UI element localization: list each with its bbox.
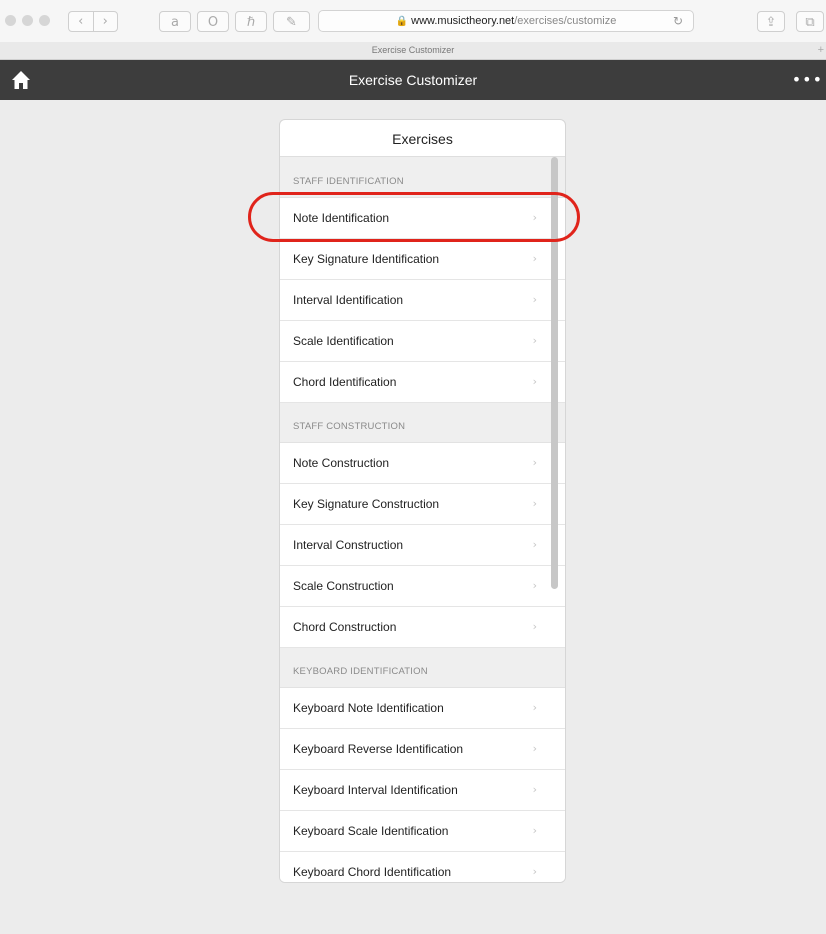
- exercise-item-label: Interval Identification: [293, 293, 404, 307]
- chevron-right-icon: ›: [532, 497, 537, 510]
- close-window-button[interactable]: [5, 15, 16, 26]
- minimize-window-button[interactable]: [22, 15, 33, 26]
- exercise-list[interactable]: STAFF IDENTIFICATION Note Identification ›…: [280, 157, 565, 882]
- more-options-icon[interactable]: •••: [792, 60, 823, 100]
- app-header: Exercise Customizer •••: [0, 60, 826, 100]
- chevron-right-icon: ›: [532, 579, 537, 592]
- opera-extension-button[interactable]: O: [197, 11, 229, 32]
- exercise-item[interactable]: Keyboard Chord Identification ›: [280, 852, 565, 882]
- chevron-right-icon: ›: [532, 701, 537, 714]
- chevron-right-icon: ›: [532, 334, 537, 347]
- exercise-item[interactable]: Keyboard Interval Identification ›: [280, 770, 565, 811]
- page-title: Exercise Customizer: [348, 72, 478, 88]
- section-header: STAFF IDENTIFICATION: [280, 157, 565, 198]
- reload-icon[interactable]: ↻: [673, 11, 683, 31]
- chevron-right-icon: ›: [532, 293, 537, 306]
- exercise-item-label: Keyboard Note Identification: [293, 701, 444, 715]
- url-domain: www.musictheory.net: [411, 15, 515, 27]
- chevron-right-icon: ›: [532, 375, 537, 388]
- exercise-item-label: Keyboard Interval Identification: [293, 783, 458, 797]
- exercise-item[interactable]: Scale Identification ›: [280, 321, 565, 362]
- exercise-item-label: Key Signature Construction: [293, 497, 440, 511]
- card-title: Exercises: [280, 120, 565, 157]
- forward-button[interactable]: ›: [92, 12, 118, 31]
- chevron-right-icon: ›: [532, 620, 537, 633]
- chevron-right-icon: ›: [532, 783, 537, 796]
- exercise-item[interactable]: Keyboard Note Identification ›: [280, 688, 565, 729]
- zoom-window-button[interactable]: [39, 15, 50, 26]
- chevron-right-icon: ›: [532, 252, 537, 265]
- edit-extension-button[interactable]: ✎: [273, 11, 310, 32]
- new-tab-button[interactable]: +: [818, 42, 824, 59]
- extension-button[interactable]: ℏ: [235, 11, 267, 32]
- chevron-right-icon: ›: [532, 824, 537, 837]
- exercise-item-label: Keyboard Scale Identification: [293, 824, 449, 838]
- chevron-right-icon: ›: [532, 865, 537, 878]
- exercise-item[interactable]: Keyboard Reverse Identification ›: [280, 729, 565, 770]
- section-header: KEYBOARD IDENTIFICATION: [280, 648, 565, 688]
- exercise-item[interactable]: Chord Identification ›: [280, 362, 565, 403]
- exercise-item-label: Keyboard Reverse Identification: [293, 742, 464, 756]
- back-forward-buttons: ‹ ›: [68, 11, 118, 32]
- exercise-item-label: Key Signature Identification: [293, 252, 440, 266]
- window-controls: [5, 15, 50, 26]
- exercise-item[interactable]: Note Identification ›: [280, 198, 565, 239]
- back-button[interactable]: ‹: [69, 12, 93, 31]
- chevron-right-icon: ›: [532, 742, 537, 755]
- home-icon[interactable]: [10, 69, 32, 91]
- address-bar[interactable]: 🔒 www.musictheory.net/exercises/customize…: [318, 10, 694, 32]
- exercise-item[interactable]: Chord Construction ›: [280, 607, 565, 648]
- chevron-right-icon: ›: [532, 538, 537, 551]
- share-icon[interactable]: ⇪: [757, 11, 785, 32]
- exercise-item[interactable]: Scale Construction ›: [280, 566, 565, 607]
- show-tabs-icon[interactable]: ⧉: [796, 11, 824, 32]
- chevron-right-icon: ›: [532, 211, 537, 224]
- exercise-item-label: Interval Construction: [293, 538, 404, 552]
- list-scrollbar[interactable]: [551, 157, 558, 589]
- exercise-item-label: Chord Identification: [293, 375, 397, 389]
- tab-title[interactable]: Exercise Customizer: [372, 45, 455, 55]
- exercise-item-label: Scale Construction: [293, 579, 394, 593]
- exercises-card: Exercises STAFF IDENTIFICATION Note Ident…: [279, 119, 566, 883]
- exercise-item-label: Chord Construction: [293, 620, 397, 634]
- exercise-item[interactable]: Key Signature Identification ›: [280, 239, 565, 280]
- exercise-item[interactable]: Interval Construction ›: [280, 525, 565, 566]
- exercise-item-label: Note Construction: [293, 456, 390, 470]
- url-path: /exercises/customize: [514, 15, 617, 27]
- exercise-item[interactable]: Note Construction ›: [280, 443, 565, 484]
- exercise-item[interactable]: Interval Identification ›: [280, 280, 565, 321]
- exercise-item-label: Keyboard Chord Identification: [293, 865, 452, 879]
- exercise-item[interactable]: Key Signature Construction ›: [280, 484, 565, 525]
- exercise-item-label: Note Identification: [293, 211, 390, 225]
- browser-toolbar: ‹ › a O ℏ ✎ 🔒 www.musictheory.net/exercis…: [0, 0, 826, 43]
- exercise-item-label: Scale Identification: [293, 334, 394, 348]
- tab-bar: Exercise Customizer +: [0, 42, 826, 60]
- chevron-right-icon: ›: [532, 456, 537, 469]
- section-header: STAFF CONSTRUCTION: [280, 403, 565, 443]
- lock-icon: 🔒: [395, 16, 409, 27]
- amazon-extension-button[interactable]: a: [159, 11, 191, 32]
- exercise-item[interactable]: Keyboard Scale Identification ›: [280, 811, 565, 852]
